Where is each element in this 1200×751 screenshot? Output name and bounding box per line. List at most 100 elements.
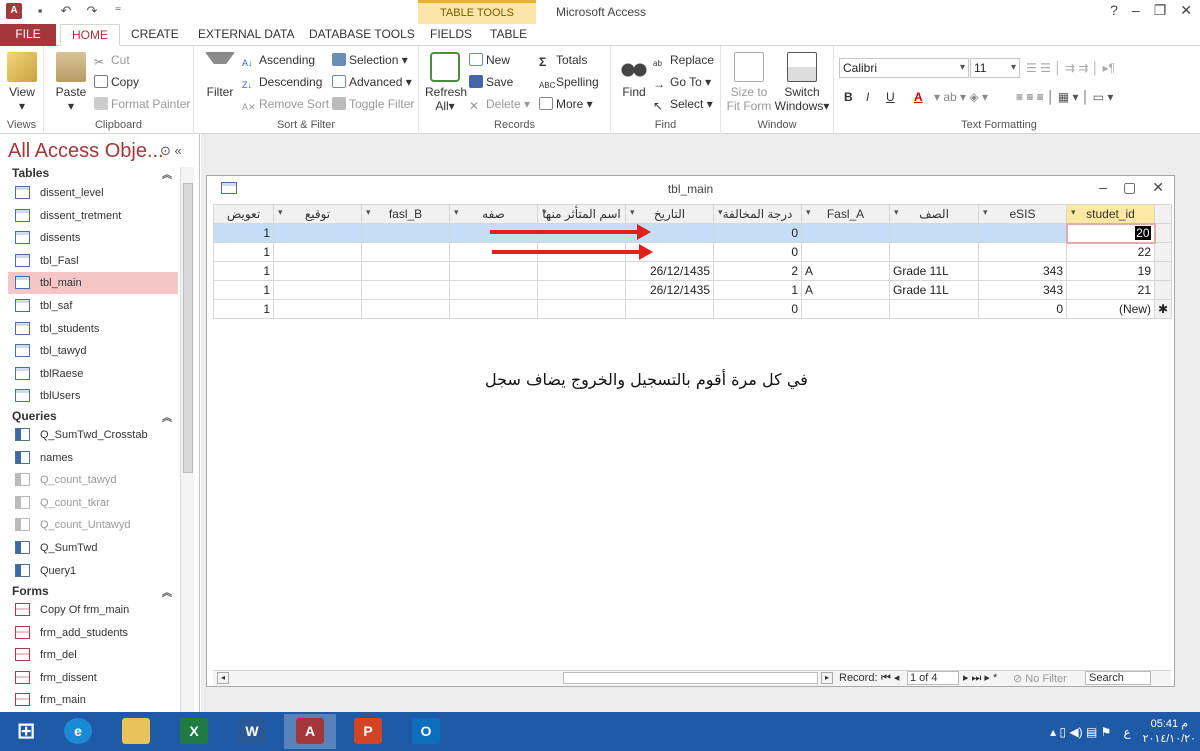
restore-icon[interactable]: ❐ bbox=[1154, 2, 1167, 19]
column-header[interactable]: تعويض bbox=[213, 204, 274, 224]
table-cell[interactable] bbox=[273, 223, 362, 243]
nav-pane-controls[interactable]: ⊙ « bbox=[160, 143, 182, 159]
minimize-icon[interactable]: – bbox=[1099, 179, 1107, 196]
nav-scroll-thumb[interactable] bbox=[183, 183, 193, 473]
table-cell[interactable] bbox=[978, 223, 1067, 243]
select-all-corner[interactable] bbox=[1154, 204, 1172, 224]
table-cell[interactable] bbox=[889, 299, 979, 319]
remove-sort-button[interactable]: A✕ Remove Sort bbox=[242, 95, 329, 113]
save-record-button[interactable]: Save bbox=[469, 73, 513, 91]
taskbar-ie[interactable]: e bbox=[52, 714, 104, 749]
table-cell[interactable] bbox=[889, 223, 979, 243]
nav-item-q-count-untawyd[interactable]: Q_count_Untawyd bbox=[8, 514, 178, 536]
column-dropdown-icon[interactable]: ▾ bbox=[278, 207, 283, 218]
new-record-button[interactable]: New bbox=[469, 51, 510, 69]
nav-item-q-sumtwd[interactable]: Q_SumTwd bbox=[8, 537, 178, 559]
nav-item-tblusers[interactable]: tblUsers bbox=[8, 385, 178, 407]
column-header[interactable]: ▾ الصف bbox=[889, 204, 979, 224]
highlight-icon[interactable]: ▾ ab ▾ ◈ ▾ bbox=[934, 88, 988, 106]
restore-icon[interactable]: ▢ bbox=[1123, 179, 1136, 196]
filter-button[interactable]: Filter bbox=[202, 52, 238, 99]
tab-home[interactable]: HOME bbox=[60, 24, 120, 46]
column-header[interactable]: ▾ درجة المخالفة bbox=[713, 204, 802, 224]
row-selector[interactable] bbox=[1154, 223, 1172, 243]
access-app-icon[interactable]: A bbox=[6, 3, 22, 19]
table-cell[interactable] bbox=[361, 280, 450, 300]
cut-button[interactable]: ✂ Cut bbox=[94, 51, 130, 69]
table-cell[interactable] bbox=[889, 242, 979, 262]
copy-button[interactable]: Copy bbox=[94, 73, 139, 91]
table-cell[interactable]: Grade 11L bbox=[889, 280, 979, 300]
table-row[interactable]: 1 0 0 (New) ✱ bbox=[213, 299, 1172, 319]
column-dropdown-icon[interactable]: ▾ bbox=[630, 207, 635, 218]
taskbar-explorer[interactable] bbox=[110, 714, 162, 749]
table-cell[interactable] bbox=[537, 280, 626, 300]
table-cell[interactable] bbox=[449, 261, 538, 281]
table-cell[interactable] bbox=[801, 299, 890, 319]
table-row[interactable]: 1 26/12/1435 1 A Grade 11L 343 21 bbox=[213, 280, 1172, 300]
nav-item-tbl-main[interactable]: tbl_main bbox=[8, 272, 178, 295]
font-size-select[interactable]: 11 bbox=[970, 58, 1020, 78]
row-selector[interactable] bbox=[1154, 242, 1172, 262]
row-selector[interactable] bbox=[1154, 280, 1172, 300]
table-cell[interactable] bbox=[273, 280, 362, 300]
italic-button[interactable]: I bbox=[866, 88, 869, 106]
taskbar-excel[interactable]: X bbox=[168, 714, 220, 749]
nav-item-dissents[interactable]: dissents bbox=[8, 227, 178, 249]
goto-button[interactable]: → Go To ▾ bbox=[653, 73, 711, 91]
table-cell[interactable]: 21 bbox=[1066, 280, 1155, 300]
sort-ascending-button[interactable]: A↓ Ascending bbox=[242, 51, 315, 69]
select-button[interactable]: ↖ Select ▾ bbox=[653, 95, 713, 113]
table-cell[interactable]: 19 bbox=[1066, 261, 1155, 281]
replace-button[interactable]: ab Replace bbox=[653, 51, 714, 69]
column-header[interactable]: ▾ eSIS bbox=[978, 204, 1067, 224]
customize-qat-icon[interactable]: ⁼ bbox=[110, 3, 126, 19]
close-icon[interactable]: ✕ bbox=[1180, 2, 1192, 19]
minimize-icon[interactable]: – bbox=[1132, 2, 1140, 19]
column-header[interactable]: ▾ اسم المتأثر منها bbox=[537, 204, 626, 224]
nav-item-tbl-students[interactable]: tbl_students bbox=[8, 318, 178, 340]
nav-item-tblraese[interactable]: tblRaese bbox=[8, 363, 178, 385]
table-cell[interactable] bbox=[537, 299, 626, 319]
table-cell[interactable]: 343 bbox=[978, 261, 1067, 281]
scroll-right-icon[interactable]: ▸ bbox=[821, 672, 833, 684]
nav-item-frm-main[interactable]: frm_main bbox=[8, 689, 178, 711]
close-icon[interactable]: ✕ bbox=[1152, 179, 1164, 196]
tab-create[interactable]: CREATE bbox=[120, 24, 190, 46]
nav-item-dissent-tretment[interactable]: dissent_tretment bbox=[8, 205, 178, 227]
table-cell[interactable]: 2 bbox=[713, 261, 802, 281]
new-record-marker[interactable]: ✱ bbox=[1154, 299, 1172, 319]
tab-external-data[interactable]: EXTERNAL DATA bbox=[187, 24, 305, 46]
spelling-button[interactable]: ABCSpelling bbox=[539, 73, 599, 91]
table-row[interactable]: 1 0 22 bbox=[213, 242, 1172, 262]
column-dropdown-icon[interactable]: ▾ bbox=[366, 207, 371, 218]
table-cell[interactable]: 1 bbox=[213, 299, 274, 319]
advanced-button[interactable]: Advanced ▾ bbox=[332, 73, 412, 91]
table-cell[interactable]: 0 bbox=[713, 299, 802, 319]
table-cell[interactable]: A bbox=[801, 261, 890, 281]
font-name-select[interactable]: Calibri bbox=[839, 58, 969, 78]
first-prev-record-icon[interactable]: ⏮◂ bbox=[881, 671, 902, 685]
column-header[interactable]: ▾ التاريخ bbox=[625, 204, 714, 224]
more-button[interactable]: More ▾ bbox=[539, 95, 593, 113]
save-icon[interactable]: ▪ bbox=[32, 3, 48, 19]
table-cell[interactable] bbox=[449, 280, 538, 300]
scroll-left-icon[interactable]: ◂ bbox=[217, 672, 229, 684]
table-row[interactable]: 1 0 20 bbox=[213, 222, 1172, 244]
table-cell[interactable]: 26/12/1435 bbox=[625, 280, 714, 300]
table-cell[interactable] bbox=[801, 242, 890, 262]
table-cell[interactable] bbox=[537, 261, 626, 281]
table-cell[interactable]: 26/12/1435 bbox=[625, 261, 714, 281]
column-header[interactable]: ▾ Fasl_A bbox=[801, 204, 890, 224]
search-input[interactable]: Search bbox=[1085, 671, 1151, 685]
switch-windows-button[interactable]: Switch Windows▾ bbox=[773, 52, 831, 113]
view-button[interactable]: View ▾ bbox=[4, 52, 40, 113]
clock[interactable]: 05:41 م ٢٠١٤/١٠/٢٠ bbox=[1143, 717, 1196, 747]
next-last-new-record-icon[interactable]: ▸⏭▸* bbox=[963, 671, 1000, 685]
section-queries[interactable]: Queries ︽ bbox=[12, 409, 172, 424]
undo-icon[interactable]: ↶ bbox=[58, 3, 74, 19]
toggle-filter-button[interactable]: Toggle Filter bbox=[332, 95, 414, 113]
column-dropdown-icon[interactable]: ▾ bbox=[542, 207, 547, 218]
column-header[interactable]: ▾ studet_id bbox=[1066, 204, 1155, 224]
column-dropdown-icon[interactable]: ▾ bbox=[894, 207, 899, 218]
